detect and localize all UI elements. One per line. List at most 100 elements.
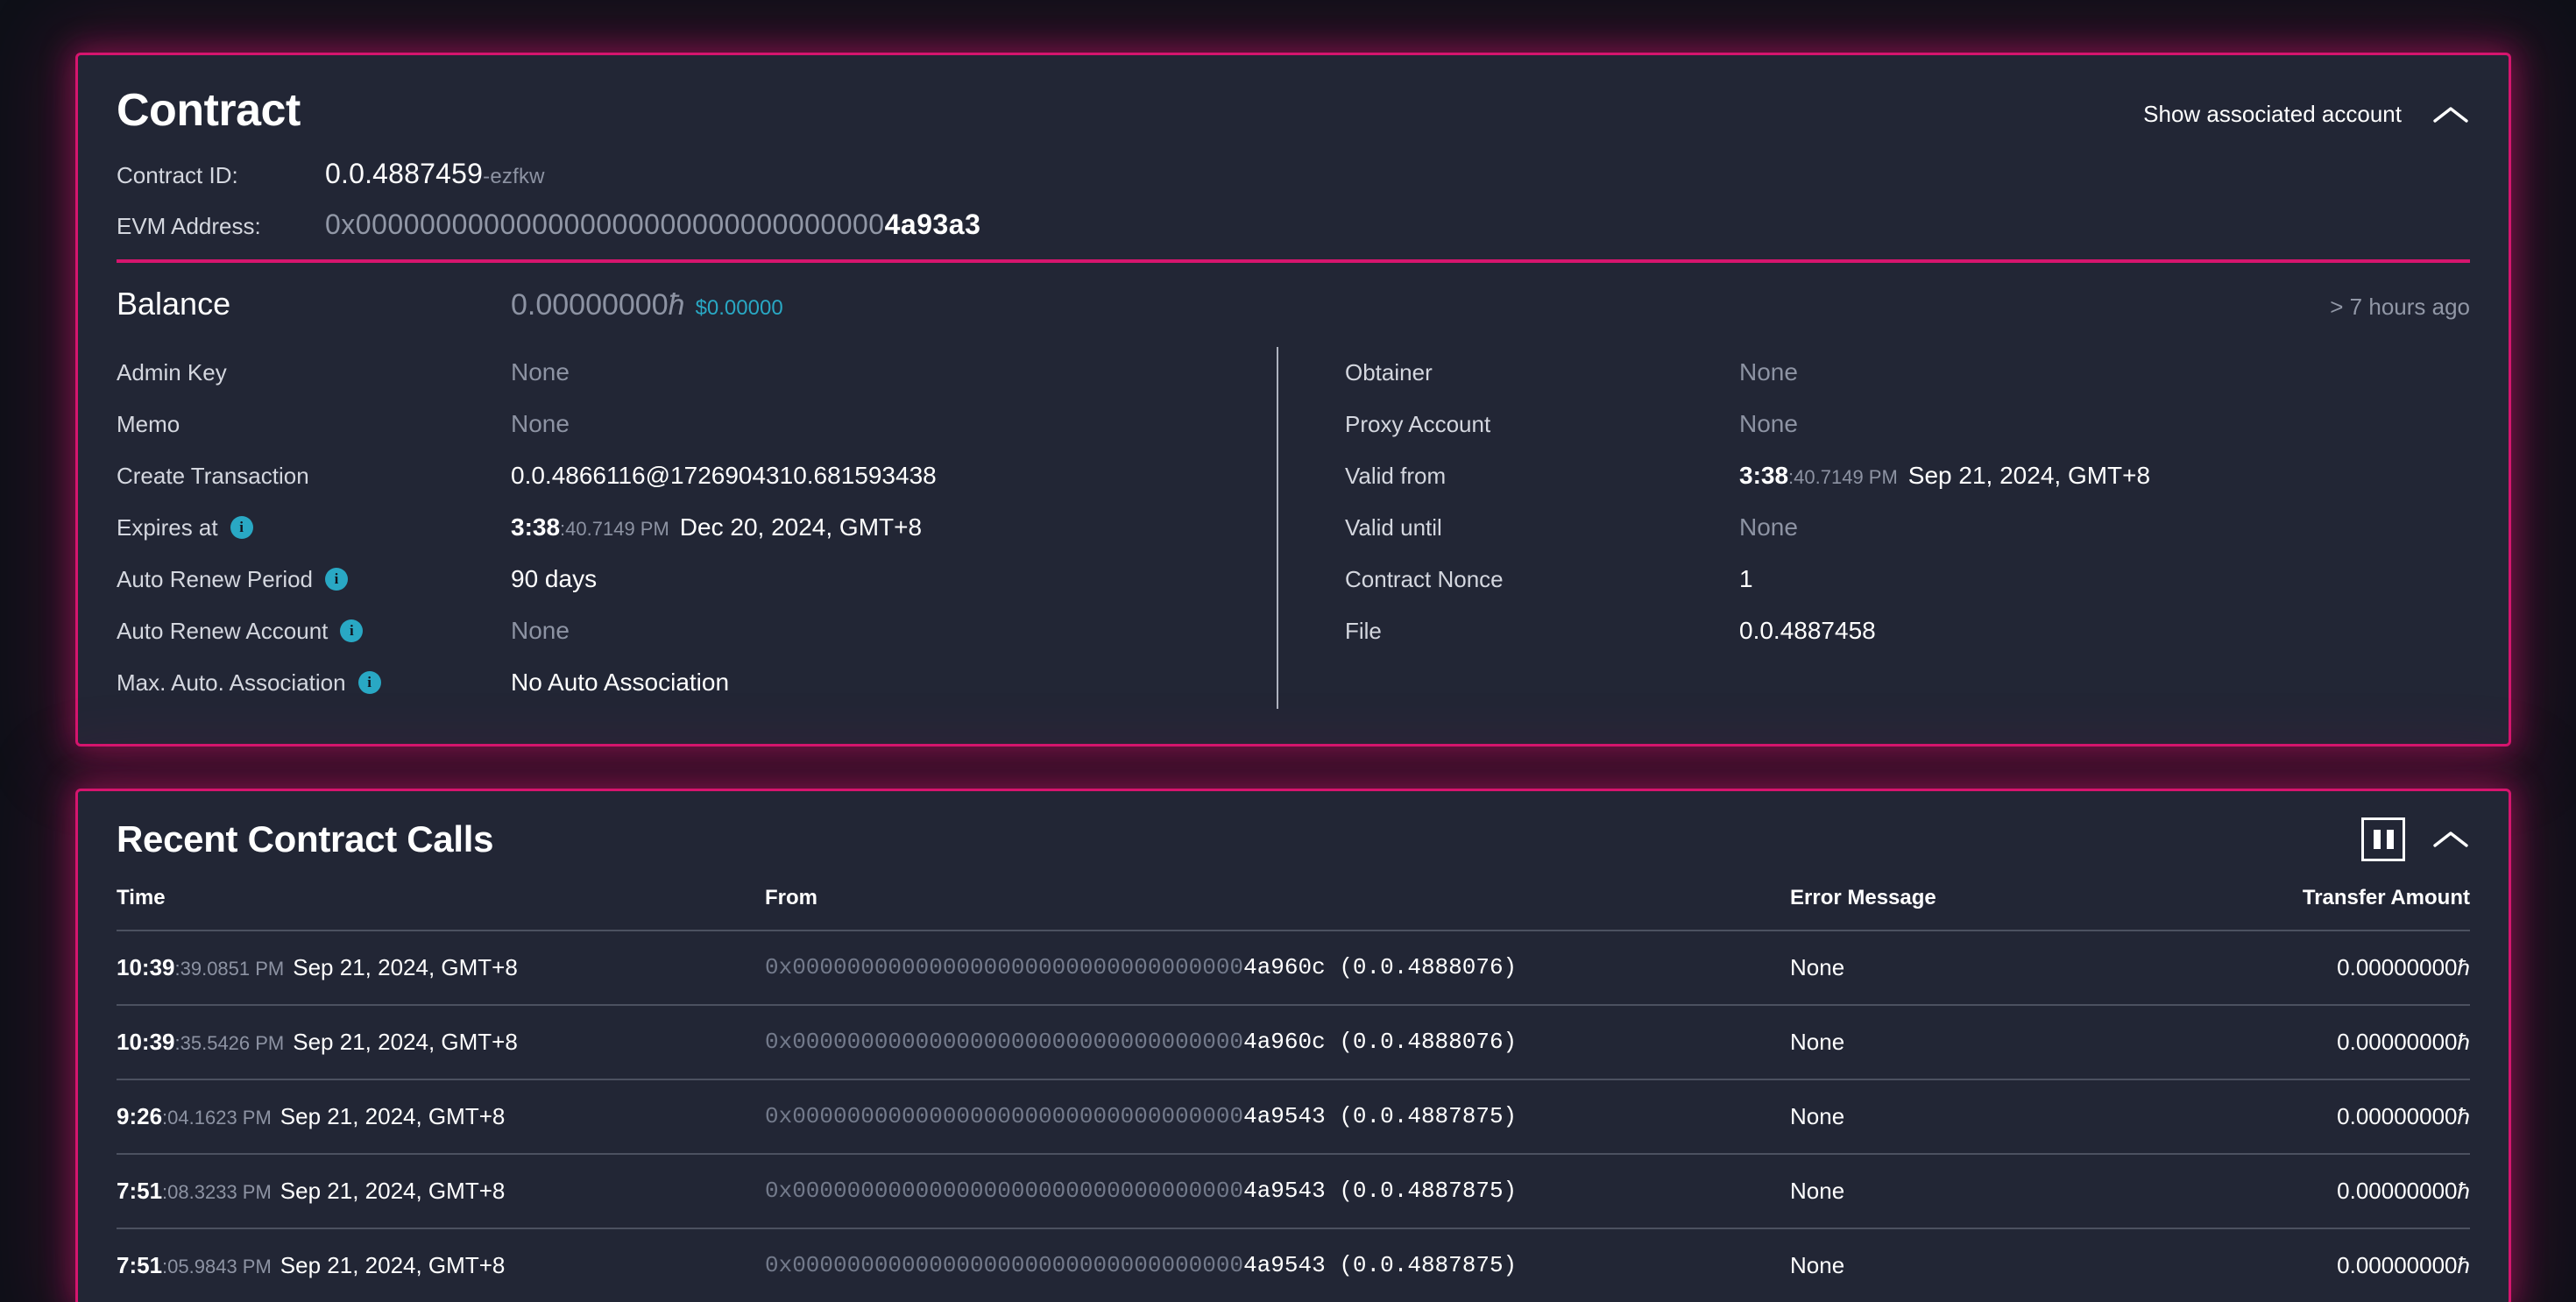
balance-amount: 0.00000000 [511,287,669,322]
evm-address-prefix: 0x000000000000000000000000000000000 [325,208,885,240]
auto-renew-period-value: 90 days [511,565,598,593]
detail-row-auto-renew-account: Auto Renew Account i None [117,605,1242,657]
pause-icon[interactable] [2361,817,2405,861]
from-address-prefix: 0x000000000000000000000000000000000 [765,1178,1244,1205]
pause-bar-right [2386,829,2394,849]
from-address-prefix: 0x000000000000000000000000000000000 [765,1029,1244,1056]
contract-details-right-column: Obtainer None Proxy Account None Valid f… [1277,346,2470,709]
column-header-error-message[interactable]: Error Message [1790,885,2202,931]
time-seconds: :08.3233 PM [162,1180,272,1203]
hbar-symbol: ħ [2457,1177,2470,1204]
table-row[interactable]: 7:51:08.3233 PM Sep 21, 2024, GMT+8 0x000… [117,1153,2470,1229]
contract-card: Contract Show associated account Contrac… [75,53,2511,747]
chevron-up-icon[interactable] [2431,828,2470,851]
contract-id-value[interactable]: 0.0.4887459-ezfkw [325,158,545,190]
contract-identity-block: Contract ID: 0.0.4887459-ezfkw EVM Addre… [117,158,2470,244]
evm-address-label: EVM Address: [117,212,261,239]
hbar-symbol: ħ [668,287,685,322]
contract-card-header: Contract Show associated account [117,87,2470,135]
time-hm: 7:51 [117,1177,163,1204]
from-address-prefix: 0x000000000000000000000000000000000 [765,954,1244,981]
table-row[interactable]: 10:39:35.5426 PM Sep 21, 2024, GMT+8 0x00… [117,1004,2470,1080]
from-address-prefix: 0x000000000000000000000000000000000 [765,1252,1244,1279]
label-text: Obtainer [1345,358,1433,386]
time-hm: 7:51 [117,1251,163,1278]
cell-from[interactable]: 0x0000000000000000000000000000000004a954… [765,1153,1790,1229]
contract-calls-table: Time From Error Message Transfer Amount … [117,885,2470,1302]
from-address-tail: 4a9543 [1243,1178,1326,1205]
evm-address-row: EVM Address: 0x0000000000000000000000000… [117,209,2470,244]
contract-id-checksum: -ezfkw [483,164,545,188]
create-transaction-value[interactable]: 0.0.4866116@1726904310.681593438 [511,462,937,490]
cell-transfer-amount: 0.00000000ħ [2202,1228,2470,1302]
info-icon[interactable]: i [230,516,253,540]
label-text: Admin Key [117,358,227,386]
cell-error-message: None [1790,1228,2202,1302]
detail-row-file: File 0.0.4887458 [1345,605,2470,657]
hbar-symbol: ħ [2457,1102,2470,1129]
recent-calls-actions [2361,817,2470,861]
auto-renew-period-label: Auto Renew Period i [117,566,511,593]
label-text: Proxy Account [1345,410,1491,437]
time-seconds: :40.7149 PM [1788,466,1898,489]
obtainer-value: None [1739,358,1798,386]
transfer-amount-value: 0.00000000 [2337,1102,2458,1129]
transfer-amount-value: 0.00000000 [2337,1251,2458,1278]
time-hm: 3:38 [511,513,561,541]
detail-row-auto-renew-period: Auto Renew Period i 90 days [117,554,1242,605]
time-seconds: :35.5426 PM [174,1031,285,1054]
info-icon[interactable]: i [357,671,381,695]
proxy-account-label: Proxy Account [1345,411,1739,438]
detail-row-obtainer: Obtainer None [1345,347,2470,399]
chevron-up-icon[interactable] [2431,103,2470,126]
time-date: Sep 21, 2024, GMT+8 [280,1251,506,1278]
show-associated-account-link[interactable]: Show associated account [2143,101,2402,128]
file-label: File [1345,618,1739,645]
from-account-id: (0.0.4887875) [1339,1252,1518,1279]
transfer-amount-value: 0.00000000 [2337,1028,2458,1055]
cell-time: 7:51:05.9843 PM Sep 21, 2024, GMT+8 [117,1228,765,1302]
cell-from[interactable]: 0x0000000000000000000000000000000004a960… [765,930,1790,1006]
cell-from[interactable]: 0x0000000000000000000000000000000004a954… [765,1079,1790,1155]
cell-transfer-amount: 0.00000000ħ [2202,1004,2470,1080]
cell-from[interactable]: 0x0000000000000000000000000000000004a960… [765,1004,1790,1080]
table-row[interactable]: 10:39:39.0851 PM Sep 21, 2024, GMT+8 0x00… [117,930,2470,1006]
cell-time: 7:51:08.3233 PM Sep 21, 2024, GMT+8 [117,1153,765,1229]
valid-from-value: 3:38:40.7149 PM Sep 21, 2024, GMT+8 [1739,462,2150,490]
max-auto-association-label: Max. Auto. Association i [117,669,511,697]
balance-value: 0.00000000ħ [511,288,685,322]
valid-until-value: None [1739,513,1798,541]
hbar-symbol: ħ [2457,1251,2470,1278]
cell-time: 10:39:35.5426 PM Sep 21, 2024, GMT+8 [117,1004,765,1080]
cell-transfer-amount: 0.00000000ħ [2202,930,2470,1006]
contract-details-left-column: Admin Key None Memo None Create Transact… [117,347,1277,709]
column-header-transfer-amount[interactable]: Transfer Amount [2202,885,2470,931]
detail-row-create-transaction: Create Transaction 0.0.4866116@172690431… [117,450,1242,502]
cell-error-message: None [1790,1004,2202,1080]
info-icon[interactable]: i [340,619,364,643]
table-header-row: Time From Error Message Transfer Amount [117,885,2470,931]
file-value[interactable]: 0.0.4887458 [1739,617,1876,645]
transfer-amount-value: 0.00000000 [2337,1177,2458,1204]
time-date: Dec 20, 2024, GMT+8 [679,513,923,541]
memo-label: Memo [117,411,511,438]
create-transaction-label: Create Transaction [117,463,511,490]
contract-id-label: Contract ID: [117,161,238,188]
divider [117,258,2470,263]
expires-at-label: Expires at i [117,514,511,541]
contract-details: Admin Key None Memo None Create Transact… [117,346,2470,709]
column-header-time[interactable]: Time [117,885,765,931]
cell-transfer-amount: 0.00000000ħ [2202,1079,2470,1155]
from-address-prefix: 0x000000000000000000000000000000000 [765,1103,1244,1130]
time-date: Sep 21, 2024, GMT+8 [293,1028,518,1055]
column-header-from[interactable]: From [765,885,1790,931]
from-account-id: (0.0.4887875) [1339,1178,1518,1205]
cell-from[interactable]: 0x0000000000000000000000000000000004a954… [765,1228,1790,1302]
detail-row-memo: Memo None [117,399,1242,450]
table-row[interactable]: 9:26:04.1623 PM Sep 21, 2024, GMT+8 0x000… [117,1079,2470,1155]
label-text: Memo [117,410,180,437]
pause-bar-left [2373,829,2381,849]
evm-address-value[interactable]: 0x0000000000000000000000000000000004a93a… [325,209,980,241]
info-icon[interactable]: i [325,568,349,591]
table-row[interactable]: 7:51:05.9843 PM Sep 21, 2024, GMT+8 0x000… [117,1228,2470,1302]
